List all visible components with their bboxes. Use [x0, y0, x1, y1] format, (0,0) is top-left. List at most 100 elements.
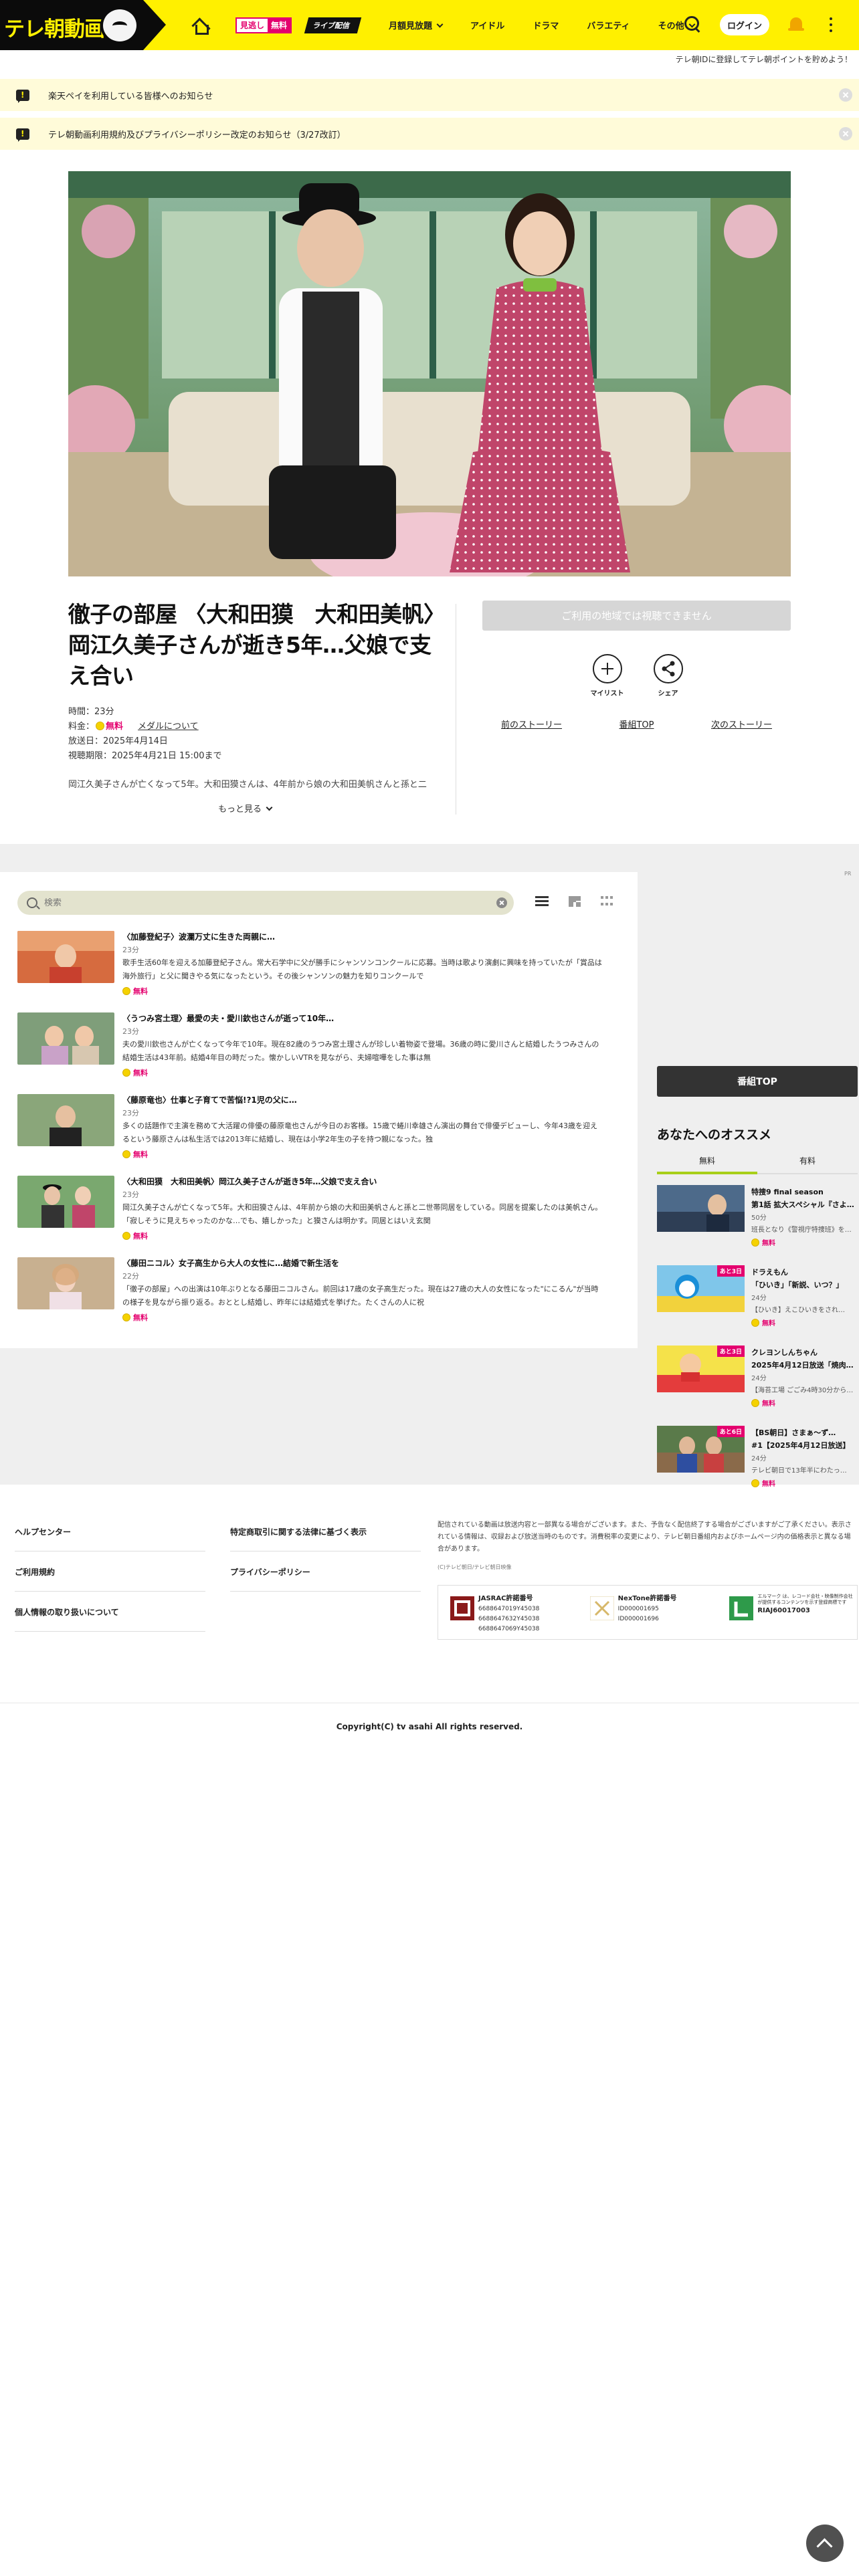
- episode-item-price: 無料: [122, 1312, 604, 1323]
- list-item[interactable]: あと6日 【BS朝日】さまぁ～ず… #1【2025年4月12日放送】 24分 テ…: [657, 1426, 858, 1499]
- episode-item-price: 無料: [122, 1230, 604, 1241]
- coin-icon: [751, 1479, 759, 1487]
- show-more-button[interactable]: もっと見る: [218, 802, 450, 815]
- coin-icon: [122, 987, 130, 995]
- site-logo[interactable]: テレ朝動画: [0, 0, 166, 50]
- list-item[interactable]: 〈藤田ニコル〉女子高生から大人の女性に…結婚で新生活を 22分 「徹子の部屋」へ…: [17, 1257, 619, 1331]
- clear-icon[interactable]: [496, 897, 507, 908]
- close-icon[interactable]: [839, 88, 852, 102]
- episode-item-title: 〈大和田獏 大和田美帆〉岡江久美子さんが逝き5年…父娘で支え合い: [122, 1177, 377, 1186]
- recommend-duration: 50分: [751, 1214, 767, 1222]
- play-button[interactable]: ご利用の地域では視聴できません: [482, 601, 791, 631]
- nav-variety[interactable]: バラエティ: [587, 19, 630, 31]
- watch-deadline: 視聴期限：2025年4月21日 15:00まで: [68, 751, 222, 761]
- list-item[interactable]: 特捜9 final season 第1話 拡大スペシャル『さよ… 50分 班長と…: [657, 1185, 858, 1259]
- episode-item-price: 無料: [122, 986, 604, 996]
- notice-bar[interactable]: 楽天ペイを利用している皆様へのお知らせ: [0, 79, 859, 111]
- recommend-summary: 班長となり《警視庁特捜班》を…: [751, 1226, 852, 1234]
- bell-icon[interactable]: [788, 16, 804, 33]
- footer-link-privacy[interactable]: プライバシーポリシー: [230, 1566, 421, 1592]
- nextone-license: NexTone許諾番号 ID000001695 ID000001696: [578, 1586, 718, 1639]
- recommend-summary: 【ひいき】えこひいきをされ…: [751, 1307, 845, 1314]
- episode-meta: 時間：23分 料金： 無料 メダルについて 放送日：2025年4月14日 視聴期限：…: [68, 705, 450, 764]
- recommend-price: 無料: [751, 1237, 858, 1247]
- tab-paid[interactable]: 有料: [757, 1155, 858, 1174]
- jasrac-logo-icon: [450, 1596, 474, 1620]
- program-top-link[interactable]: 番組TOP: [619, 718, 654, 730]
- home-icon[interactable]: [190, 15, 210, 35]
- episode-thumbnail: [17, 931, 114, 983]
- ad-mark: PR: [844, 871, 852, 877]
- program-top-button[interactable]: 番組TOP: [657, 1066, 858, 1097]
- list-item[interactable]: あと3日 ドラえもん 「ひいき」「新説、いつ？」 24分 【ひいき】えこひいきを…: [657, 1265, 858, 1339]
- episode-description: 岡江久美子さんが亡くなって5年。大和田獏さんは、4年前から娘の大和田美帆さんと孫…: [68, 780, 427, 790]
- broadcast-date: 放送日：2025年4月14日: [68, 736, 168, 746]
- price-value: 無料: [106, 722, 124, 732]
- tab-free[interactable]: 無料: [657, 1155, 757, 1174]
- close-icon[interactable]: [839, 127, 852, 140]
- back-to-top-button[interactable]: [806, 2525, 844, 2562]
- tile-view-icon[interactable]: [601, 896, 613, 907]
- jasrac-license: JASRAC許諾番号 6688647019Y45038 6688647632Y4…: [438, 1586, 578, 1639]
- free-missed-link[interactable]: 見逃し 無料: [235, 17, 292, 33]
- expiry-badge: あと3日: [717, 1265, 745, 1277]
- list-item[interactable]: あと3日 クレヨンしんちゃん 2025年4月12日放送「焼肉… 24分 【海苔工…: [657, 1346, 858, 1419]
- episode-item-title: 〈藤田ニコル〉女子高生から大人の女性に…結婚で新生活を: [122, 1259, 340, 1268]
- recommend-duration: 24分: [751, 1295, 767, 1302]
- footer-note: 配信されている動画は放送内容と一部異なる場合がございます。また、予告なく配信終了…: [438, 1521, 852, 1553]
- nextone-logo-icon: [589, 1596, 614, 1620]
- login-button[interactable]: ログイン: [720, 14, 769, 35]
- search-icon[interactable]: [684, 15, 701, 33]
- recommend-subtitle: 「ひいき」「新説、いつ？」: [751, 1281, 844, 1289]
- expiry-badge: あと6日: [717, 1426, 745, 1437]
- recommend-title: ドラえもん: [751, 1268, 788, 1277]
- prev-story-link[interactable]: 前のストーリー: [501, 718, 562, 730]
- footer-link-legal[interactable]: 特定商取引に関する法律に基づく表示: [230, 1526, 421, 1551]
- recommend-title: 【BS朝日】さまぁ～ず…: [751, 1428, 836, 1437]
- episode-item-duration: 23分: [122, 1190, 139, 1199]
- list-item[interactable]: 〈加藤登紀子〉波瀾万丈に生きた両親に… 23分 歌手生活60年を迎える加藤登紀子…: [17, 931, 619, 1004]
- episode-list-panel: 〈加藤登紀子〉波瀾万丈に生きた両親に… 23分 歌手生活60年を迎える加藤登紀子…: [0, 872, 638, 1348]
- list-item[interactable]: 〈藤原竜也〉仕事と子育てで苦悩!?1児の父に… 23分 多くの話題作で主演を務め…: [17, 1094, 619, 1168]
- recommend-price: 無料: [751, 1398, 858, 1408]
- episode-thumbnail: [17, 1257, 114, 1309]
- footer-link-terms[interactable]: ご利用規約: [15, 1566, 205, 1592]
- list-item[interactable]: 〈大和田獏 大和田美帆〉岡江久美子さんが逝き5年…父娘で支え合い 23分 岡江久…: [17, 1176, 619, 1249]
- episode-search-input[interactable]: [44, 897, 472, 908]
- share-icon: [653, 654, 683, 683]
- nav-drama[interactable]: ドラマ: [533, 19, 559, 31]
- recommend-subtitle: #1【2025年4月12日放送】: [751, 1441, 850, 1450]
- medal-info-link[interactable]: メダルについて: [138, 722, 199, 732]
- promo-text[interactable]: テレ朝IDに登録してテレ朝ポイントを貯めよう！: [0, 53, 859, 65]
- coin-icon: [751, 1239, 759, 1247]
- price-row: 料金： 無料 メダルについて: [68, 722, 199, 732]
- episode-search: [17, 891, 514, 915]
- list-view-icon[interactable]: [535, 896, 549, 907]
- license-box: JASRAC許諾番号 6688647019Y45038 6688647632Y4…: [438, 1585, 858, 1640]
- next-story-link[interactable]: 次のストーリー: [711, 718, 772, 730]
- message-icon: [16, 89, 29, 103]
- mylist-button[interactable]: マイリスト: [591, 654, 624, 697]
- riaj-license: エルマーク は、レコード会社・映像制作会社が提供するコンテンツを示す登録商標です…: [717, 1586, 857, 1639]
- episode-thumbnail: [17, 1094, 114, 1146]
- recommend-price: 無料: [751, 1478, 858, 1488]
- more-vertical-icon[interactable]: [830, 17, 832, 32]
- episode-thumbnail: [17, 1176, 114, 1228]
- list-item[interactable]: 〈うつみ宮土理〉最愛の夫・愛川欽也さんが逝って10年… 23分 夫の愛川欽也さん…: [17, 1012, 619, 1086]
- coin-icon: [122, 1313, 130, 1321]
- episode-item-duration: 23分: [122, 1027, 139, 1036]
- copyright: Copyright(C) tv asahi All rights reserve…: [0, 1703, 859, 1756]
- notice-bar[interactable]: テレ朝動画利用規約及びプライバシーポリシー改定のお知らせ（3/27改訂）: [0, 118, 859, 150]
- footer-link-help[interactable]: ヘルプセンター: [15, 1526, 205, 1551]
- coin-icon: [751, 1319, 759, 1327]
- nav-idol[interactable]: アイドル: [470, 19, 504, 31]
- plus-icon: [592, 654, 622, 683]
- live-link[interactable]: ライブ配信: [304, 17, 362, 33]
- grid-view-icon[interactable]: [569, 896, 581, 907]
- nav-subscription[interactable]: 月額見放題: [389, 19, 444, 31]
- l-mark-icon: [729, 1596, 754, 1620]
- coin-icon: [96, 722, 105, 730]
- footer-link-personal-info[interactable]: 個人情報の取り扱いについて: [15, 1606, 205, 1632]
- share-button[interactable]: シェア: [653, 654, 683, 697]
- episode-item-summary: 岡江久美子さんが亡くなって5年。大和田獏さんは、4年前から娘の大和田美帆さんと孫…: [122, 1203, 603, 1225]
